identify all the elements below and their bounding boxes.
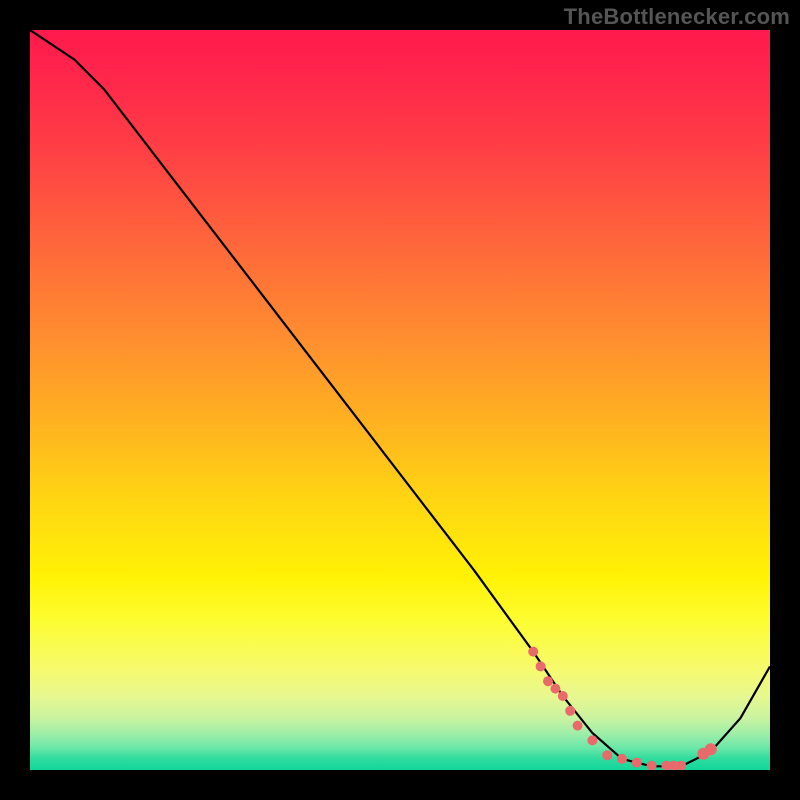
chart-frame: TheBottlenecker.com xyxy=(0,0,800,800)
marker-point xyxy=(587,735,597,745)
marker-point xyxy=(647,761,657,770)
marker-point xyxy=(550,684,560,694)
watermark-text: TheBottlenecker.com xyxy=(564,4,790,30)
chart-svg xyxy=(30,30,770,770)
marker-point xyxy=(705,743,717,755)
marker-point xyxy=(602,750,612,760)
marker-point xyxy=(536,661,546,671)
marker-point xyxy=(565,706,575,716)
bottleneck-curve xyxy=(30,30,770,766)
marker-point xyxy=(558,691,568,701)
marker-point xyxy=(573,721,583,731)
marker-group xyxy=(528,647,717,770)
marker-point xyxy=(528,647,538,657)
marker-point xyxy=(676,761,686,770)
plot-area xyxy=(30,30,770,770)
marker-point xyxy=(543,676,553,686)
marker-point xyxy=(617,754,627,764)
marker-point xyxy=(632,758,642,768)
